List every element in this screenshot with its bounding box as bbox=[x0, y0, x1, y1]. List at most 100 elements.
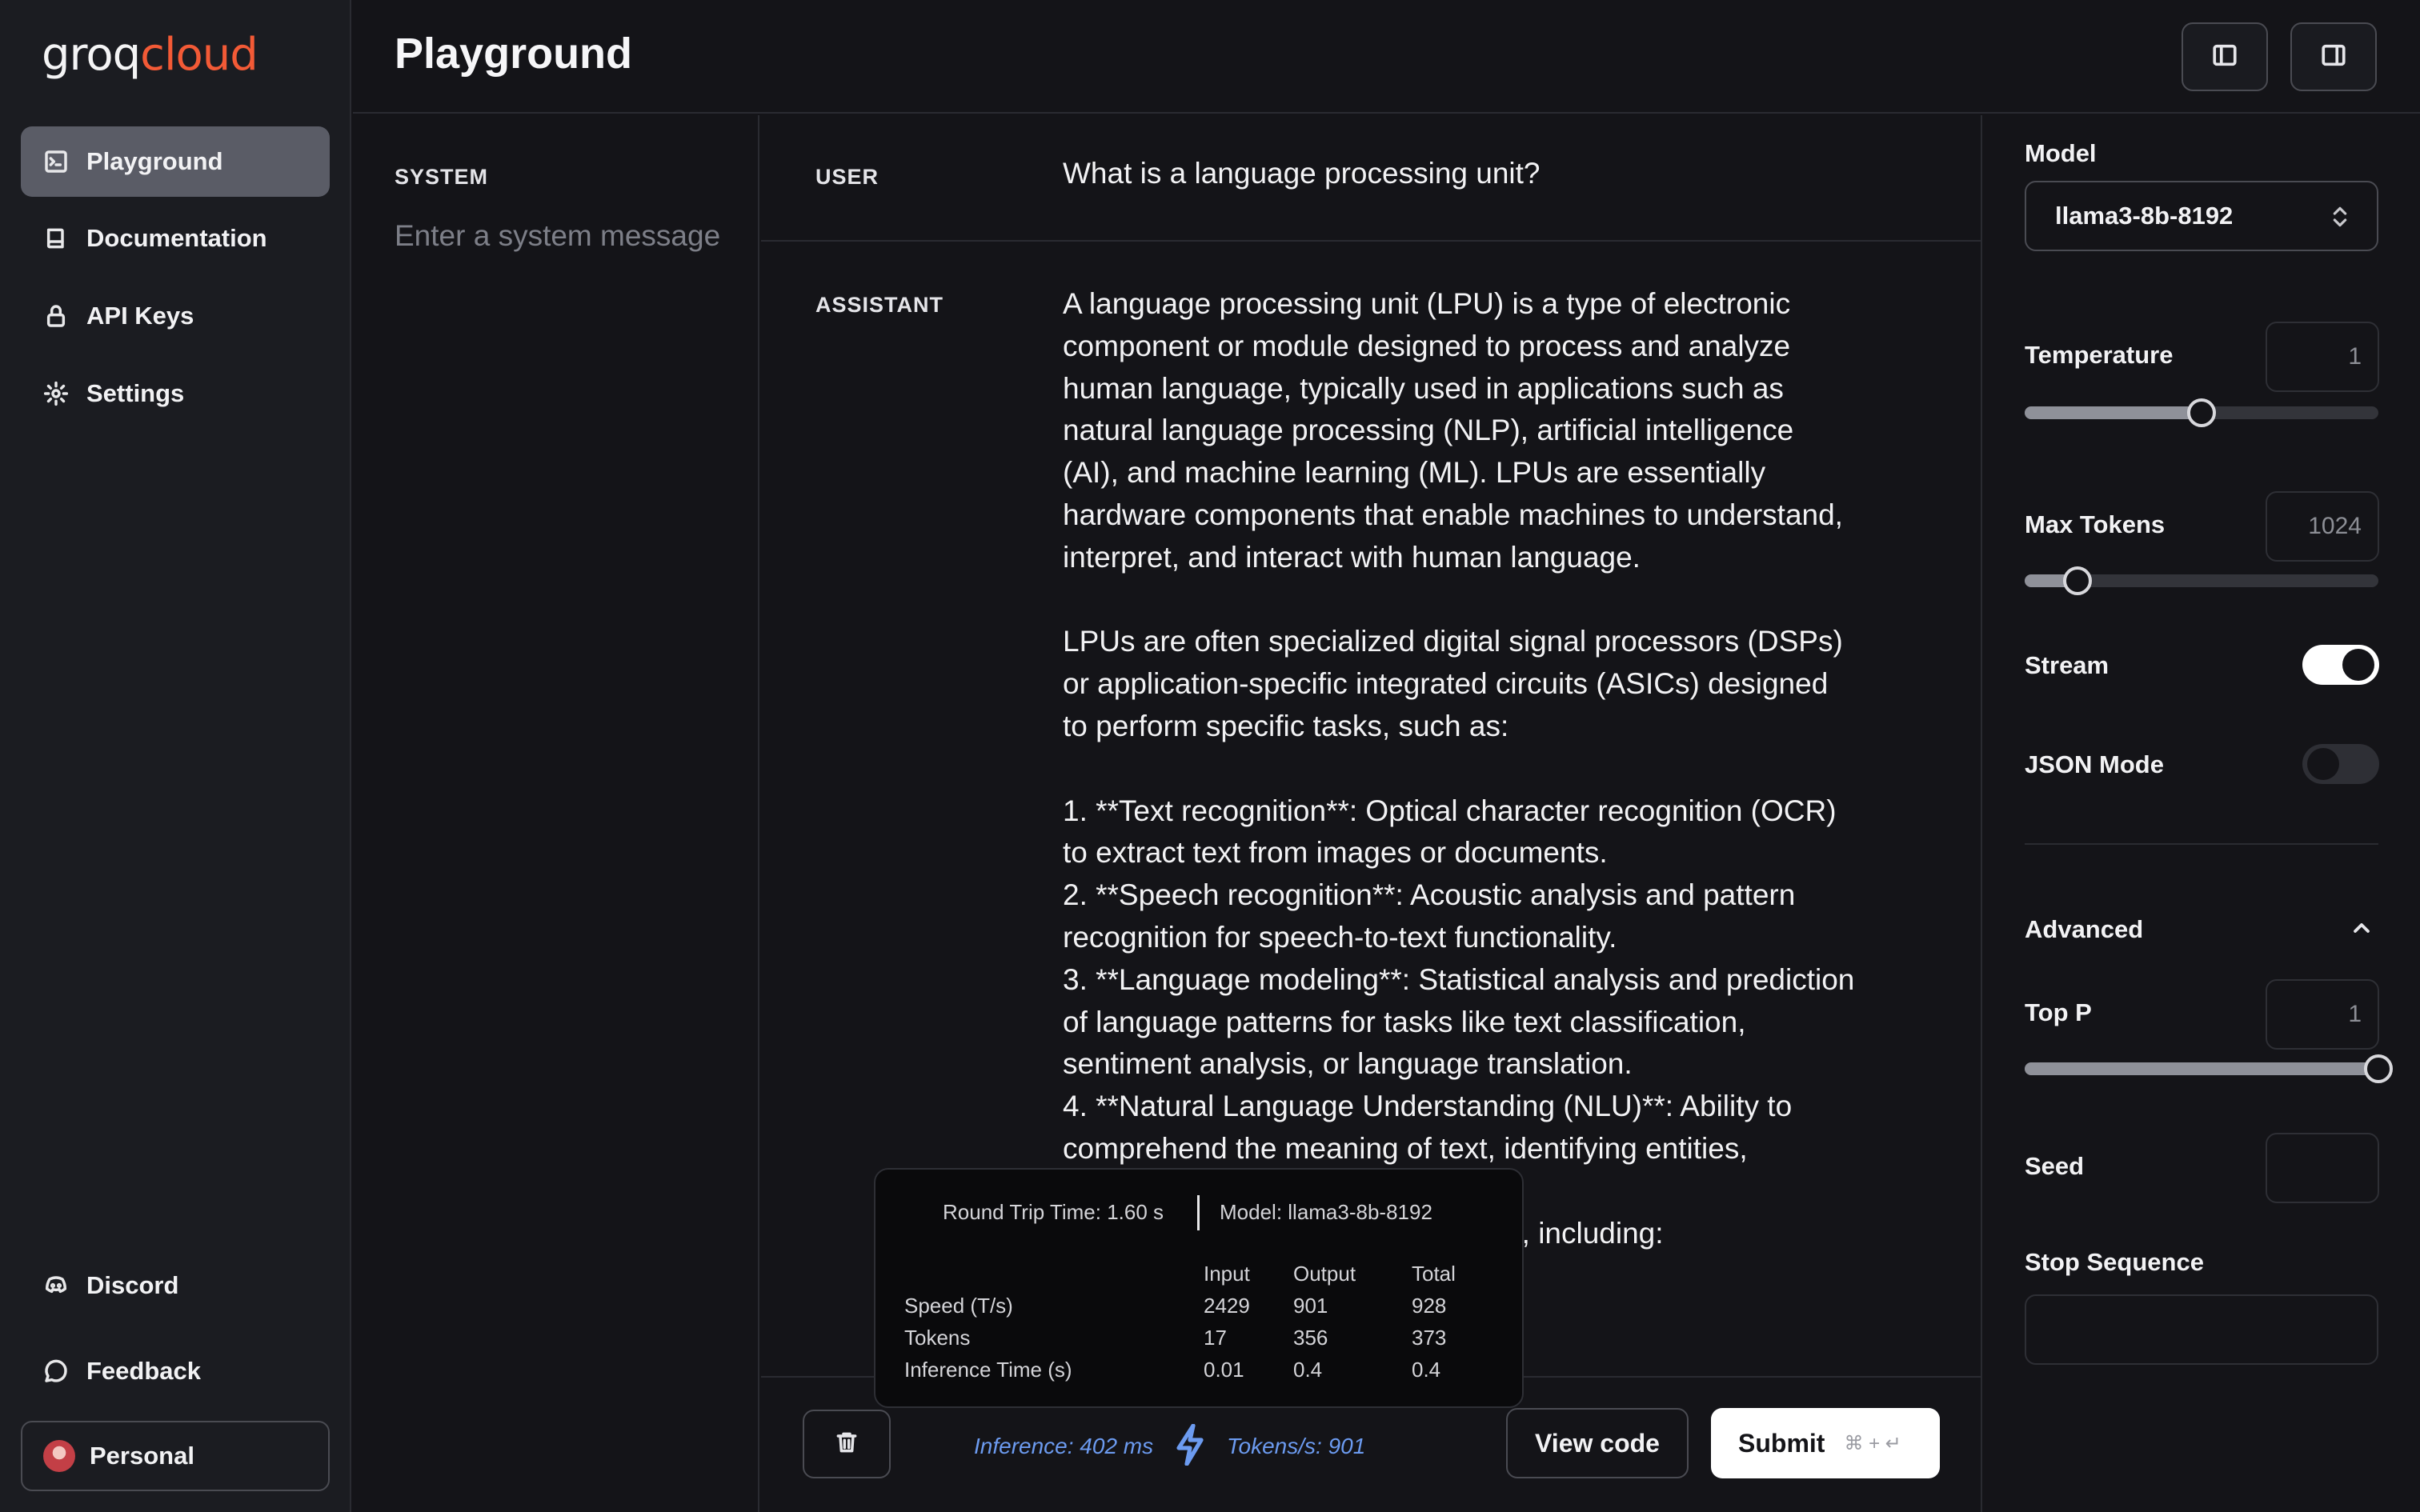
max-tokens-input[interactable]: 1024 bbox=[2266, 491, 2379, 562]
slider-fill bbox=[2025, 1062, 2378, 1075]
stats-table: Input Output Total Speed (T/s) 2429 901 … bbox=[904, 1258, 1456, 1386]
max-tokens-slider[interactable] bbox=[2025, 566, 2378, 595]
table-cell: 901 bbox=[1293, 1293, 1328, 1318]
sidebar-left-icon bbox=[2211, 42, 2238, 73]
trash-icon bbox=[834, 1430, 859, 1459]
page-title: Playground bbox=[395, 30, 633, 78]
sidebar-item-api-keys[interactable]: API Keys bbox=[21, 281, 330, 351]
table-cell: 373 bbox=[1412, 1325, 1447, 1350]
user-message-row[interactable]: USER What is a language processing unit? bbox=[761, 115, 1981, 242]
sidebar-item-label: API Keys bbox=[86, 302, 194, 330]
sidebar-right-icon bbox=[2320, 42, 2347, 73]
popover-divider bbox=[1197, 1195, 1200, 1230]
toggle-knob bbox=[2307, 748, 2339, 780]
table-cell: 928 bbox=[1412, 1293, 1447, 1318]
temperature-label: Temperature bbox=[2025, 341, 2174, 369]
advanced-section-toggle[interactable]: Advanced bbox=[2025, 915, 2143, 944]
sidebar-item-label: Discord bbox=[86, 1271, 179, 1299]
tokens-per-second-stat[interactable]: Tokens/s: 901 bbox=[1227, 1434, 1365, 1459]
system-message-panel: SYSTEM bbox=[353, 115, 759, 1512]
discord-icon bbox=[42, 1271, 70, 1300]
column-header: Total bbox=[1412, 1261, 1456, 1286]
top-header: Playground bbox=[353, 0, 2420, 114]
stream-label: Stream bbox=[2025, 651, 2109, 679]
submit-shortcut-hint: ⌘ + ↵ bbox=[1844, 1432, 1901, 1454]
top-p-label: Top P bbox=[2025, 998, 2092, 1026]
user-role-label: USER bbox=[815, 165, 879, 189]
sidebar-nav: groqcloud Playground Documentation API K… bbox=[0, 0, 351, 1512]
table-cell: 0.4 bbox=[1293, 1357, 1323, 1382]
sidebar-item-label: Feedback bbox=[86, 1357, 202, 1385]
stats-popover: Round Trip Time: 1.60 s Model: llama3-8b… bbox=[874, 1168, 1524, 1408]
submit-button[interactable]: Submit ⌘ + ↵ bbox=[1711, 1408, 1940, 1478]
sidebar-item-label: Playground bbox=[86, 147, 223, 175]
chevron-up-icon[interactable] bbox=[2349, 915, 2374, 941]
sidebar-item-settings[interactable]: Settings bbox=[21, 358, 330, 429]
row-label: Inference Time (s) bbox=[904, 1357, 1072, 1382]
top-p-input[interactable]: 1 bbox=[2266, 979, 2379, 1050]
sidebar-item-label: Settings bbox=[86, 379, 185, 407]
toggle-left-panel-button[interactable] bbox=[2182, 22, 2268, 91]
seed-label: Seed bbox=[2025, 1152, 2085, 1180]
stop-sequence-label: Stop Sequence bbox=[2025, 1248, 2204, 1276]
view-code-button[interactable]: View code bbox=[1506, 1408, 1689, 1478]
table-row: Speed (T/s) 2429 901 928 bbox=[904, 1290, 1456, 1322]
system-label: SYSTEM bbox=[395, 165, 489, 189]
table-cell: 2429 bbox=[1204, 1293, 1250, 1318]
seed-input[interactable] bbox=[2266, 1133, 2379, 1203]
stats-model: Model: llama3-8b-8192 bbox=[1220, 1200, 1432, 1224]
account-name: Personal bbox=[90, 1442, 194, 1470]
submit-label: Submit bbox=[1738, 1428, 1825, 1458]
sidebar-item-documentation[interactable]: Documentation bbox=[21, 203, 330, 274]
max-tokens-label: Max Tokens bbox=[2025, 510, 2166, 538]
account-menu-button[interactable]: Personal bbox=[21, 1421, 330, 1491]
column-header: Input bbox=[1204, 1261, 1250, 1286]
divider bbox=[2025, 843, 2378, 845]
terminal-icon bbox=[42, 147, 70, 176]
stream-toggle[interactable] bbox=[2302, 645, 2379, 685]
table-cell: 356 bbox=[1293, 1325, 1328, 1350]
lightning-icon bbox=[1174, 1423, 1206, 1466]
slider-fill bbox=[2025, 406, 2202, 419]
sidebar-item-feedback[interactable]: Feedback bbox=[21, 1336, 330, 1406]
temperature-input[interactable]: 1 bbox=[2266, 322, 2379, 392]
column-header: Output bbox=[1293, 1261, 1356, 1286]
json-mode-toggle[interactable] bbox=[2302, 744, 2379, 784]
table-row: Inference Time (s) 0.01 0.4 0.4 bbox=[904, 1354, 1456, 1386]
temperature-slider[interactable] bbox=[2025, 398, 2378, 427]
model-select[interactable]: llama3-8b-8192 bbox=[2025, 181, 2378, 251]
stop-sequence-input[interactable] bbox=[2025, 1294, 2378, 1365]
assistant-message[interactable]: A language processing unit (LPU) is a ty… bbox=[1063, 283, 1855, 1254]
system-message-input[interactable] bbox=[395, 219, 747, 253]
slider-thumb[interactable] bbox=[2187, 398, 2216, 427]
settings-panel: Model llama3-8b-8192 Temperature 1 Max T… bbox=[1981, 115, 2420, 1512]
sidebar-item-discord[interactable]: Discord bbox=[21, 1250, 330, 1321]
inference-time-stat[interactable]: Inference: 402 ms bbox=[974, 1434, 1153, 1459]
model-select-value: llama3-8b-8192 bbox=[2055, 202, 2234, 230]
top-p-slider[interactable] bbox=[2025, 1054, 2393, 1083]
slider-thumb[interactable] bbox=[2063, 566, 2093, 595]
sidebar-item-label: Documentation bbox=[86, 224, 267, 252]
table-row: Tokens 17 356 373 bbox=[904, 1322, 1456, 1354]
clear-chat-button[interactable] bbox=[803, 1410, 891, 1478]
groqcloud-logo[interactable]: groqcloud bbox=[42, 29, 258, 81]
toggle-knob bbox=[2342, 649, 2374, 681]
table-cell: 0.4 bbox=[1412, 1357, 1441, 1382]
round-trip-time: Round Trip Time: 1.60 s bbox=[943, 1200, 1164, 1224]
user-message[interactable]: What is a language processing unit? bbox=[1063, 157, 1540, 190]
slider-thumb[interactable] bbox=[2364, 1054, 2393, 1083]
toggle-right-panel-button[interactable] bbox=[2290, 22, 2377, 91]
stats-header-row: Input Output Total bbox=[904, 1258, 1456, 1290]
row-label: Tokens bbox=[904, 1325, 971, 1350]
assistant-role-label: ASSISTANT bbox=[815, 293, 944, 317]
book-icon bbox=[42, 224, 70, 253]
message-circle-icon bbox=[42, 1357, 70, 1386]
row-label: Speed (T/s) bbox=[904, 1293, 1013, 1318]
table-cell: 17 bbox=[1204, 1325, 1227, 1350]
table-cell: 0.01 bbox=[1204, 1357, 1244, 1382]
avatar bbox=[43, 1440, 75, 1472]
lock-icon bbox=[42, 302, 70, 330]
sidebar-item-playground[interactable]: Playground bbox=[21, 126, 330, 197]
model-label: Model bbox=[2025, 139, 2097, 167]
json-mode-label: JSON Mode bbox=[2025, 750, 2164, 778]
